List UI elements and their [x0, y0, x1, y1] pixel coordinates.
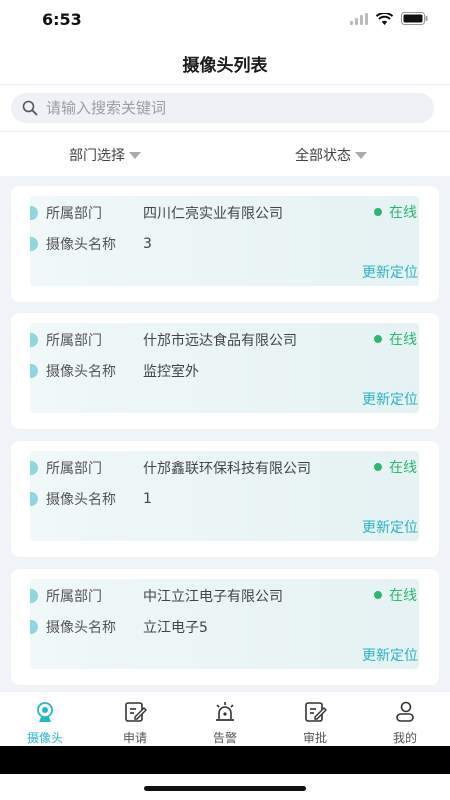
online-dot-icon — [374, 335, 382, 343]
home-indicator-area — [0, 774, 450, 800]
camera-card-body: 所属部门 什邡市远达食品有限公司 摄像头名称 监控室外 在线 更新定位 — [30, 323, 419, 413]
camera-list: 所属部门 四川仁亮实业有限公司 摄像头名称 3 在线 更新定位 所属部门 什邡市… — [0, 176, 450, 692]
department-filter-label: 部门选择 — [69, 148, 125, 164]
bullet-icon — [30, 237, 38, 251]
department-value: 什邡市远达食品有限公司 — [143, 333, 297, 349]
camera-name-label: 摄像头名称 — [46, 492, 116, 508]
tab-label: 审批 — [302, 731, 327, 745]
status-filter[interactable]: 全部状态 — [295, 145, 367, 165]
camera-name-value: 1 — [143, 491, 152, 507]
tab-label: 申请 — [122, 731, 147, 745]
dropdown-arrow-icon — [129, 151, 141, 159]
department-label: 所属部门 — [46, 589, 102, 605]
department-row: 所属部门 什邡鑫联环保科技有限公司 — [30, 458, 311, 478]
dropdown-arrow-icon — [355, 151, 367, 159]
camera-name-row: 摄像头名称 1 — [30, 489, 152, 509]
tab-mine[interactable]: 我的 — [360, 692, 450, 746]
black-bar — [0, 746, 450, 774]
department-row: 所属部门 什邡市远达食品有限公司 — [30, 330, 297, 350]
department-label: 所属部门 — [46, 333, 102, 349]
bullet-icon — [30, 589, 38, 603]
camera-name-row: 摄像头名称 3 — [30, 234, 152, 254]
status-text: 在线 — [389, 332, 417, 348]
wifi-icon — [376, 12, 393, 25]
tab-camera[interactable]: 摄像头 — [0, 692, 90, 746]
camera-name-row: 摄像头名称 立江电子5 — [30, 617, 208, 637]
signal-icon — [350, 12, 368, 25]
online-dot-icon — [374, 591, 382, 599]
camera-card[interactable]: 所属部门 四川仁亮实业有限公司 摄像头名称 3 在线 更新定位 — [11, 186, 439, 302]
camera-card[interactable]: 所属部门 中江立江电子有限公司 摄像头名称 立江电子5 在线 更新定位 — [11, 569, 439, 685]
update-location-button[interactable]: 更新定位 — [362, 517, 418, 537]
status-filter-label: 全部状态 — [295, 148, 351, 164]
page-title: 摄像头列表 — [182, 56, 268, 76]
tab-label: 摄像头 — [26, 731, 63, 745]
camera-name-label: 摄像头名称 — [46, 364, 116, 380]
camera-name-value: 立江电子5 — [143, 620, 208, 636]
filter-bar: 部门选择 全部状态 — [0, 132, 450, 176]
status-badge: 在线 — [374, 329, 417, 349]
search-section — [0, 85, 450, 132]
camera-name-label: 摄像头名称 — [46, 237, 116, 253]
department-label: 所属部门 — [46, 461, 102, 477]
bullet-icon — [30, 492, 38, 506]
department-row: 所属部门 四川仁亮实业有限公司 — [30, 203, 283, 223]
department-value: 中江立江电子有限公司 — [143, 589, 283, 605]
edit-icon — [125, 702, 147, 722]
bullet-icon — [30, 461, 38, 475]
bullet-icon — [30, 364, 38, 378]
bullet-icon — [30, 206, 38, 220]
status-icons — [350, 12, 428, 25]
camera-card-body: 所属部门 中江立江电子有限公司 摄像头名称 立江电子5 在线 更新定位 — [30, 579, 419, 669]
camera-name-label: 摄像头名称 — [46, 620, 116, 636]
status-badge: 在线 — [374, 585, 417, 605]
status-badge: 在线 — [374, 457, 417, 477]
update-location-button[interactable]: 更新定位 — [362, 262, 418, 282]
camera-icon — [37, 702, 53, 722]
tab-bar: 摄像头 申请 告警 审批 我的 — [0, 692, 450, 746]
search-input[interactable] — [44, 98, 408, 118]
battery-icon — [401, 12, 428, 25]
status-bar: 6:53 — [0, 0, 450, 40]
tab-approve[interactable]: 审批 — [270, 692, 360, 746]
approve-icon — [305, 702, 327, 722]
nav-bar: 摄像头列表 — [0, 40, 450, 85]
status-text: 在线 — [389, 460, 417, 476]
home-indicator[interactable] — [144, 786, 306, 791]
status-text: 在线 — [389, 588, 417, 604]
department-row: 所属部门 中江立江电子有限公司 — [30, 586, 283, 606]
update-location-button[interactable]: 更新定位 — [362, 645, 418, 665]
search-box[interactable] — [11, 93, 434, 123]
camera-name-value: 3 — [143, 236, 152, 252]
bullet-icon — [30, 333, 38, 347]
camera-name-value: 监控室外 — [143, 364, 199, 380]
tab-label: 告警 — [212, 731, 237, 745]
department-label: 所属部门 — [46, 206, 102, 222]
tab-apply[interactable]: 申请 — [90, 692, 180, 746]
user-icon — [396, 701, 414, 722]
department-value: 四川仁亮实业有限公司 — [143, 206, 283, 222]
tab-label: 我的 — [392, 731, 417, 745]
camera-card-body: 所属部门 什邡鑫联环保科技有限公司 摄像头名称 1 在线 更新定位 — [30, 451, 419, 541]
camera-name-row: 摄像头名称 监控室外 — [30, 361, 199, 381]
status-text: 在线 — [389, 205, 417, 221]
department-value: 什邡鑫联环保科技有限公司 — [143, 461, 311, 477]
camera-card-body: 所属部门 四川仁亮实业有限公司 摄像头名称 3 在线 更新定位 — [30, 196, 419, 286]
online-dot-icon — [374, 208, 382, 216]
status-badge: 在线 — [374, 202, 417, 222]
update-location-button[interactable]: 更新定位 — [362, 389, 418, 409]
camera-card[interactable]: 所属部门 什邡市远达食品有限公司 摄像头名称 监控室外 在线 更新定位 — [11, 313, 439, 429]
department-filter[interactable]: 部门选择 — [69, 145, 141, 165]
online-dot-icon — [374, 463, 382, 471]
status-time: 6:53 — [42, 10, 82, 29]
bullet-icon — [30, 620, 38, 634]
search-icon — [22, 100, 38, 116]
camera-card[interactable]: 所属部门 什邡鑫联环保科技有限公司 摄像头名称 1 在线 更新定位 — [11, 441, 439, 557]
tab-alarm[interactable]: 告警 — [180, 692, 270, 746]
alarm-icon — [216, 702, 234, 721]
